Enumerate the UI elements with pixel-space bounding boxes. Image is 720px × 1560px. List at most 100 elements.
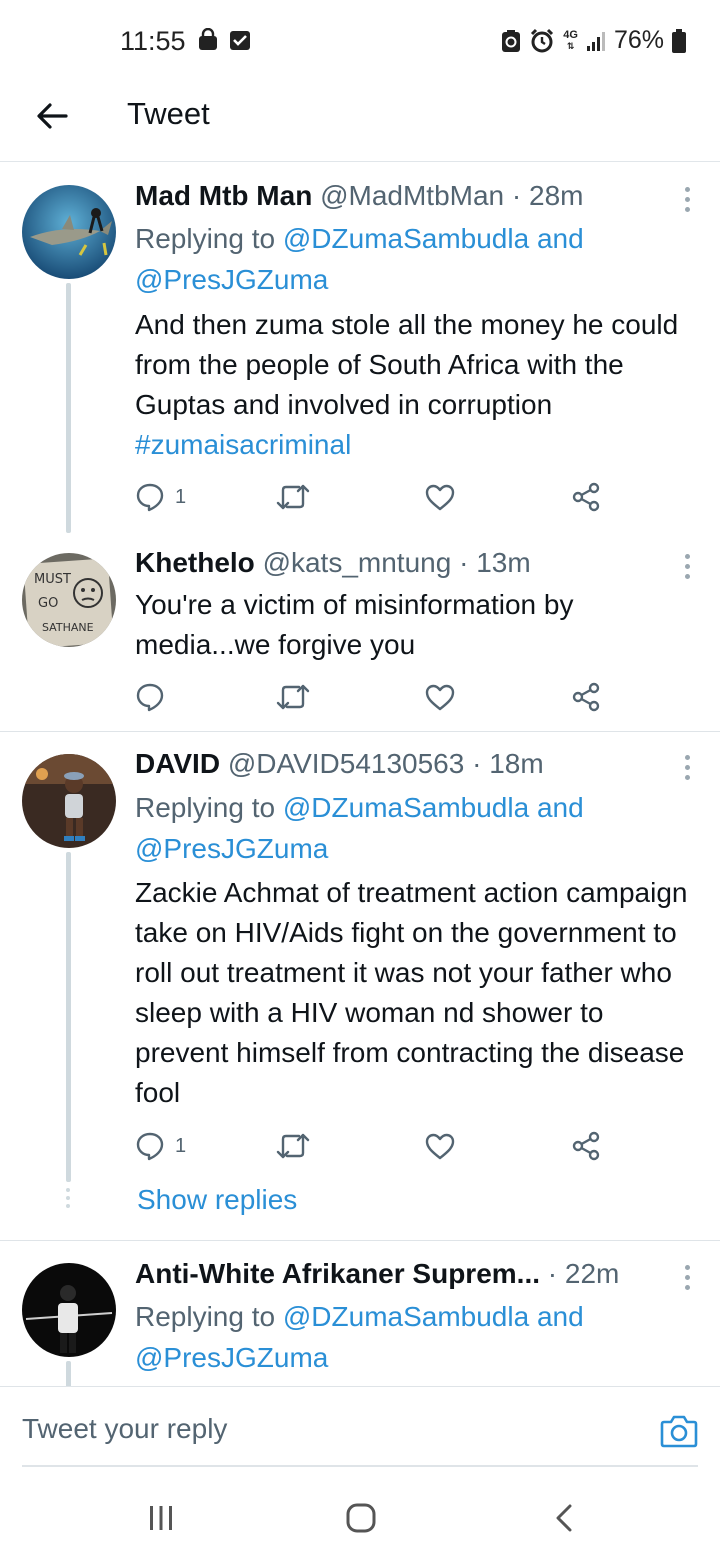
reply-button[interactable]: 1 xyxy=(135,1126,186,1166)
like-button[interactable] xyxy=(425,1126,455,1166)
retweet-icon xyxy=(276,1133,310,1159)
retweet-icon xyxy=(276,484,310,510)
separator-dot: · xyxy=(472,748,482,779)
separator-dot: · xyxy=(511,180,522,211)
reply-bar: Tweet your reply xyxy=(0,1386,720,1468)
more-options-icon[interactable] xyxy=(682,1265,692,1290)
back-nav-button[interactable] xyxy=(552,1502,576,1534)
camera-icon xyxy=(660,1415,698,1448)
tweet-header: Khethelo @kats_mntung · 13m xyxy=(135,547,650,579)
battery-icon xyxy=(672,28,686,53)
like-button[interactable] xyxy=(425,477,455,517)
replying-and[interactable]: and xyxy=(537,1301,584,1332)
more-options-icon[interactable] xyxy=(682,554,692,579)
like-button[interactable] xyxy=(425,677,455,717)
more-options-icon[interactable] xyxy=(682,755,692,780)
author-handle[interactable]: @DAVID54130563 xyxy=(228,748,465,779)
sign-text-must: MUST xyxy=(34,572,71,587)
heart-icon xyxy=(425,684,455,711)
tweet-mad-mtb-man[interactable]: Mad Mtb Man @MadMtbMan · 28m Replying to… xyxy=(0,163,720,533)
retweet-button[interactable] xyxy=(275,677,311,717)
app-header: Tweet xyxy=(0,82,720,162)
reply-icon xyxy=(136,683,164,712)
reply-button[interactable] xyxy=(135,677,165,717)
share-button[interactable] xyxy=(571,1126,601,1166)
avatar[interactable] xyxy=(22,754,116,848)
more-replies-dots xyxy=(66,1188,71,1208)
author-handle[interactable]: @MadMtbMan xyxy=(320,180,504,211)
tweet-khethelo[interactable]: MUST GO SATHANE Khethelo @kats_mntung · … xyxy=(0,533,720,731)
status-time: 11:55 xyxy=(120,26,186,56)
tweet-body: You're a victim of misinformation by med… xyxy=(135,589,574,660)
share-icon xyxy=(572,482,600,512)
home-button[interactable] xyxy=(344,1502,378,1534)
avatar-shark-image xyxy=(22,185,116,279)
battery-percent: 76% xyxy=(613,26,664,54)
tweet-text: Zackie Achmat of treatment action campai… xyxy=(135,873,698,1113)
more-options-icon[interactable] xyxy=(682,187,692,212)
avatar-sign-image: MUST GO SATHANE xyxy=(22,553,116,647)
tweet-time: 13m xyxy=(476,547,531,578)
replying-prefix: Replying to xyxy=(135,223,276,254)
mention-link[interactable]: @PresJGZuma xyxy=(135,264,328,295)
share-button[interactable] xyxy=(571,477,601,517)
show-replies-link[interactable]: Show replies xyxy=(137,1184,297,1216)
tweet-text: And then zuma stole all the money he cou… xyxy=(135,305,698,465)
tweet-body: Zackie Achmat of treatment action campai… xyxy=(135,877,688,1108)
author-name[interactable]: DAVID xyxy=(135,748,220,779)
sign-text-go: GO xyxy=(38,596,58,611)
mention-link[interactable]: @DZumaSambudla xyxy=(283,223,529,254)
avatar[interactable] xyxy=(22,1263,116,1357)
replying-to: Replying to @DZumaSambudla and @PresJGZu… xyxy=(135,218,660,300)
mention-link[interactable]: @DZumaSambudla xyxy=(283,792,529,823)
reply-count: 1 xyxy=(175,485,187,508)
mention-link[interactable]: @DZumaSambudla xyxy=(283,1301,529,1332)
share-button[interactable] xyxy=(571,677,601,717)
system-nav-bar xyxy=(0,1472,720,1560)
alarm-icon xyxy=(531,28,554,52)
back-icon xyxy=(556,1504,572,1532)
tweet-david[interactable]: DAVID @DAVID54130563 · 18m Replying to @… xyxy=(0,732,720,1240)
retweet-button[interactable] xyxy=(275,1126,311,1166)
back-button[interactable] xyxy=(30,96,74,136)
reply-icon xyxy=(136,483,164,512)
author-name[interactable]: Anti-White Afrikaner Suprem... xyxy=(135,1258,540,1289)
network-indicator: 4G ⇅ xyxy=(563,28,578,52)
avatar[interactable] xyxy=(22,185,116,279)
avatar[interactable]: MUST GO SATHANE xyxy=(22,553,116,647)
mention-link[interactable]: @PresJGZuma xyxy=(135,833,328,864)
author-name[interactable]: Khethelo xyxy=(135,547,255,578)
signal-icon xyxy=(586,31,605,51)
reply-input[interactable]: Tweet your reply xyxy=(22,1413,227,1445)
replying-and[interactable]: and xyxy=(537,223,584,254)
sign-text-sathane: SATHANE xyxy=(42,621,94,634)
tweet-text: You're a victim of misinformation by med… xyxy=(135,585,698,665)
tweet-time: 22m xyxy=(564,1258,620,1289)
check-box-icon xyxy=(230,31,250,50)
status-right: 4G ⇅ 76% xyxy=(501,26,686,55)
network-type: 4G xyxy=(563,28,578,41)
tweet-actions: 1 xyxy=(135,477,605,517)
mention-link[interactable]: @PresJGZuma xyxy=(135,1342,328,1373)
tweet-actions xyxy=(135,677,605,717)
replying-and[interactable]: and xyxy=(537,792,584,823)
thread-line xyxy=(66,852,71,1182)
heart-icon xyxy=(425,484,455,511)
recents-button[interactable] xyxy=(146,1502,176,1534)
author-name[interactable]: Mad Mtb Man xyxy=(135,180,312,211)
status-left-icons xyxy=(197,28,251,52)
reply-count: 1 xyxy=(175,1134,187,1157)
camera-button[interactable] xyxy=(660,1413,698,1449)
retweet-button[interactable] xyxy=(275,477,311,517)
thread-line xyxy=(66,283,71,533)
replying-prefix: Replying to xyxy=(135,1301,276,1332)
tweet-time: 18m xyxy=(489,748,544,779)
tweet-anti-white-afrikaner[interactable]: Anti-White Afrikaner Suprem... · 22m Rep… xyxy=(0,1241,720,1386)
battery-saver-icon xyxy=(502,29,521,52)
hashtag-link[interactable]: #zumaisacriminal xyxy=(135,429,351,460)
author-handle[interactable]: @kats_mntung xyxy=(263,547,452,578)
data-arrows-icon: ⇅ xyxy=(566,40,575,51)
reply-button[interactable]: 1 xyxy=(135,477,186,517)
share-icon xyxy=(572,1131,600,1161)
avatar-person-image xyxy=(22,1263,116,1357)
